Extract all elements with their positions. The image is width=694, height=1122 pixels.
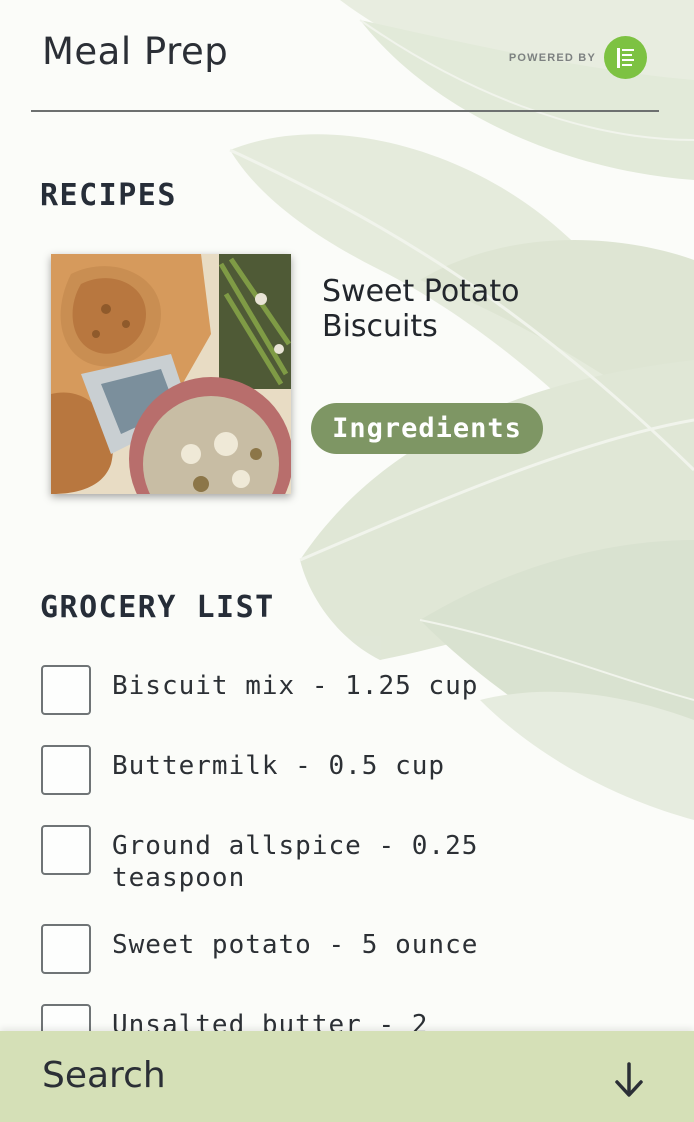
arrow-down-icon[interactable] [612, 1061, 646, 1099]
item-label: Sweet potato - 5 ounce [112, 930, 479, 960]
search-bar[interactable]: Search [0, 1031, 694, 1122]
recipe-name[interactable]: Sweet Potato Biscuits [322, 274, 622, 344]
list-item: Ground allspice - 0.25 teaspoon [41, 825, 661, 894]
list-logo-icon[interactable] [604, 36, 647, 79]
powered-by-label: POWERED BY [508, 51, 596, 64]
item-checkbox[interactable] [41, 665, 91, 715]
recipe-card[interactable]: Sweet Potato Biscuits Ingredients [51, 254, 651, 494]
item-checkbox[interactable] [41, 745, 91, 795]
list-item: Biscuit mix - 1.25 cup [41, 665, 661, 715]
item-label: Biscuit mix - 1.25 cup [112, 671, 479, 701]
recipe-photo[interactable] [51, 254, 291, 494]
grocery-list-heading: GROCERY LIST [40, 590, 275, 625]
ingredients-button[interactable]: Ingredients [311, 403, 543, 454]
list-item: Buttermilk - 0.5 cup [41, 745, 661, 795]
search-label[interactable]: Search [42, 1055, 166, 1096]
item-label: Buttermilk - 0.5 cup [112, 751, 446, 781]
item-label: Ground allspice - 0.25 teaspoon [112, 831, 479, 893]
powered-by[interactable]: POWERED BY [509, 36, 647, 79]
item-checkbox[interactable] [41, 825, 91, 875]
list-item: Sweet potato - 5 ounce [41, 924, 661, 974]
recipes-heading: RECIPES [40, 178, 177, 213]
app-header: Meal Prep POWERED BY [31, 0, 659, 112]
app-title: Meal Prep [42, 30, 229, 73]
item-checkbox[interactable] [41, 924, 91, 974]
